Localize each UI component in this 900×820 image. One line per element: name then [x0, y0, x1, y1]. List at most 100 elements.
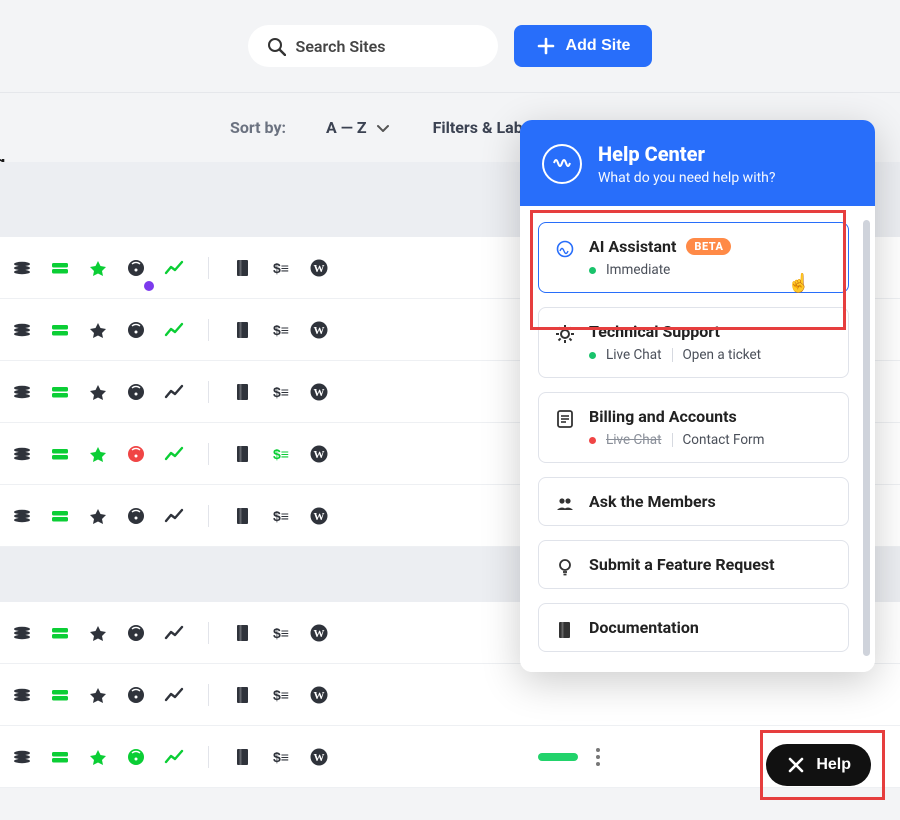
status-text: Live Chat: [606, 347, 662, 363]
divider: [208, 381, 209, 403]
book-icon[interactable]: [233, 747, 253, 767]
layers-icon[interactable]: [12, 444, 32, 464]
wordpress-icon[interactable]: [309, 685, 329, 705]
layers-icon[interactable]: [12, 747, 32, 767]
site-row[interactable]: [0, 664, 900, 726]
sort-selector[interactable]: A — Z: [326, 118, 393, 138]
drive-icon[interactable]: [50, 320, 70, 340]
drive-icon[interactable]: [50, 506, 70, 526]
book-icon[interactable]: [233, 258, 253, 278]
layers-icon[interactable]: [12, 506, 32, 526]
chart-icon[interactable]: [164, 685, 184, 705]
heartbeat-icon[interactable]: [88, 623, 108, 643]
book-icon[interactable]: [233, 320, 253, 340]
chevron-down-icon: [373, 118, 393, 138]
help-card-gear[interactable]: Technical Support Live Chat Open a ticke…: [538, 307, 849, 378]
drive-icon[interactable]: [50, 747, 70, 767]
more-menu[interactable]: [596, 748, 600, 766]
pricing-icon[interactable]: [271, 320, 291, 340]
status-dot: [589, 352, 596, 359]
pricing-icon[interactable]: [271, 506, 291, 526]
help-subtitle: What do you need help with?: [598, 170, 776, 186]
help-card-users[interactable]: Ask the Members: [538, 477, 849, 526]
heartbeat-icon[interactable]: [88, 444, 108, 464]
help-toggle-button[interactable]: Help: [766, 744, 871, 786]
heartbeat-icon[interactable]: [88, 258, 108, 278]
drive-icon[interactable]: [50, 623, 70, 643]
wordpress-icon[interactable]: [309, 382, 329, 402]
book-icon[interactable]: [233, 506, 253, 526]
layers-icon[interactable]: [12, 320, 32, 340]
help-card-ai[interactable]: AI AssistantBETA Immediate ☝️: [538, 222, 849, 293]
heartbeat-icon[interactable]: [88, 747, 108, 767]
speed-icon[interactable]: [126, 320, 146, 340]
pricing-icon[interactable]: [271, 382, 291, 402]
layers-icon[interactable]: [12, 623, 32, 643]
heartbeat-icon[interactable]: [88, 506, 108, 526]
search-input[interactable]: Search Sites: [248, 25, 498, 67]
chart-icon[interactable]: [164, 320, 184, 340]
divider: [208, 319, 209, 341]
chart-icon[interactable]: [164, 506, 184, 526]
drive-icon[interactable]: [50, 258, 70, 278]
chart-icon[interactable]: [164, 258, 184, 278]
book-icon[interactable]: [233, 623, 253, 643]
speed-icon[interactable]: [126, 685, 146, 705]
help-card-bulb[interactable]: Submit a Feature Request: [538, 540, 849, 589]
layers-icon[interactable]: [12, 685, 32, 705]
wordpress-icon[interactable]: [309, 320, 329, 340]
pricing-icon[interactable]: [271, 685, 291, 705]
heartbeat-icon[interactable]: [88, 685, 108, 705]
pricing-icon[interactable]: [271, 444, 291, 464]
book-icon[interactable]: [233, 685, 253, 705]
speed-icon[interactable]: [126, 747, 146, 767]
cursor-icon: ☝️: [788, 273, 810, 294]
status-text: Immediate: [606, 262, 670, 278]
help-card-title: AI AssistantBETA: [589, 237, 832, 256]
layers-icon[interactable]: [12, 382, 32, 402]
notification-dot: [144, 281, 154, 291]
help-center-panel[interactable]: Help Center What do you need help with? …: [520, 120, 875, 672]
heartbeat-icon[interactable]: [88, 320, 108, 340]
wordpress-icon[interactable]: [309, 506, 329, 526]
help-card-book[interactable]: Documentation: [538, 603, 849, 652]
speed-icon[interactable]: [126, 258, 146, 278]
wordpress-icon[interactable]: [309, 623, 329, 643]
search-placeholder: Search Sites: [296, 37, 386, 56]
drive-icon[interactable]: [50, 444, 70, 464]
wordpress-icon[interactable]: [309, 444, 329, 464]
help-card-title: Ask the Members: [589, 492, 832, 511]
speed-icon[interactable]: [126, 382, 146, 402]
chart-icon[interactable]: [164, 747, 184, 767]
book-icon[interactable]: [233, 382, 253, 402]
status-pill: [538, 753, 578, 761]
drive-icon[interactable]: [50, 685, 70, 705]
add-site-label: Add Site: [566, 37, 631, 55]
book-icon[interactable]: [233, 444, 253, 464]
sort-by-label: Sort by:: [230, 118, 286, 137]
close-icon: [786, 755, 806, 775]
divider: [208, 746, 209, 768]
chart-icon[interactable]: [164, 444, 184, 464]
help-card-doc[interactable]: Billing and Accounts Live Chat Contact F…: [538, 392, 849, 463]
divider: [208, 684, 209, 706]
drive-icon[interactable]: [50, 382, 70, 402]
brand-logo-icon: [542, 144, 582, 184]
scrollbar[interactable]: [863, 220, 870, 656]
layers-icon[interactable]: [12, 258, 32, 278]
heartbeat-icon[interactable]: [88, 382, 108, 402]
pricing-icon[interactable]: [271, 747, 291, 767]
bulb-icon: [555, 557, 575, 577]
wordpress-icon[interactable]: [309, 258, 329, 278]
pricing-icon[interactable]: [271, 623, 291, 643]
speed-icon[interactable]: [126, 444, 146, 464]
chart-icon[interactable]: [164, 623, 184, 643]
wordpress-icon[interactable]: [309, 747, 329, 767]
pricing-icon[interactable]: [271, 258, 291, 278]
add-site-button[interactable]: Add Site: [514, 25, 653, 67]
chart-icon[interactable]: [164, 382, 184, 402]
speed-icon[interactable]: [126, 506, 146, 526]
divider: [208, 622, 209, 644]
site-row[interactable]: [0, 726, 900, 788]
speed-icon[interactable]: [126, 623, 146, 643]
